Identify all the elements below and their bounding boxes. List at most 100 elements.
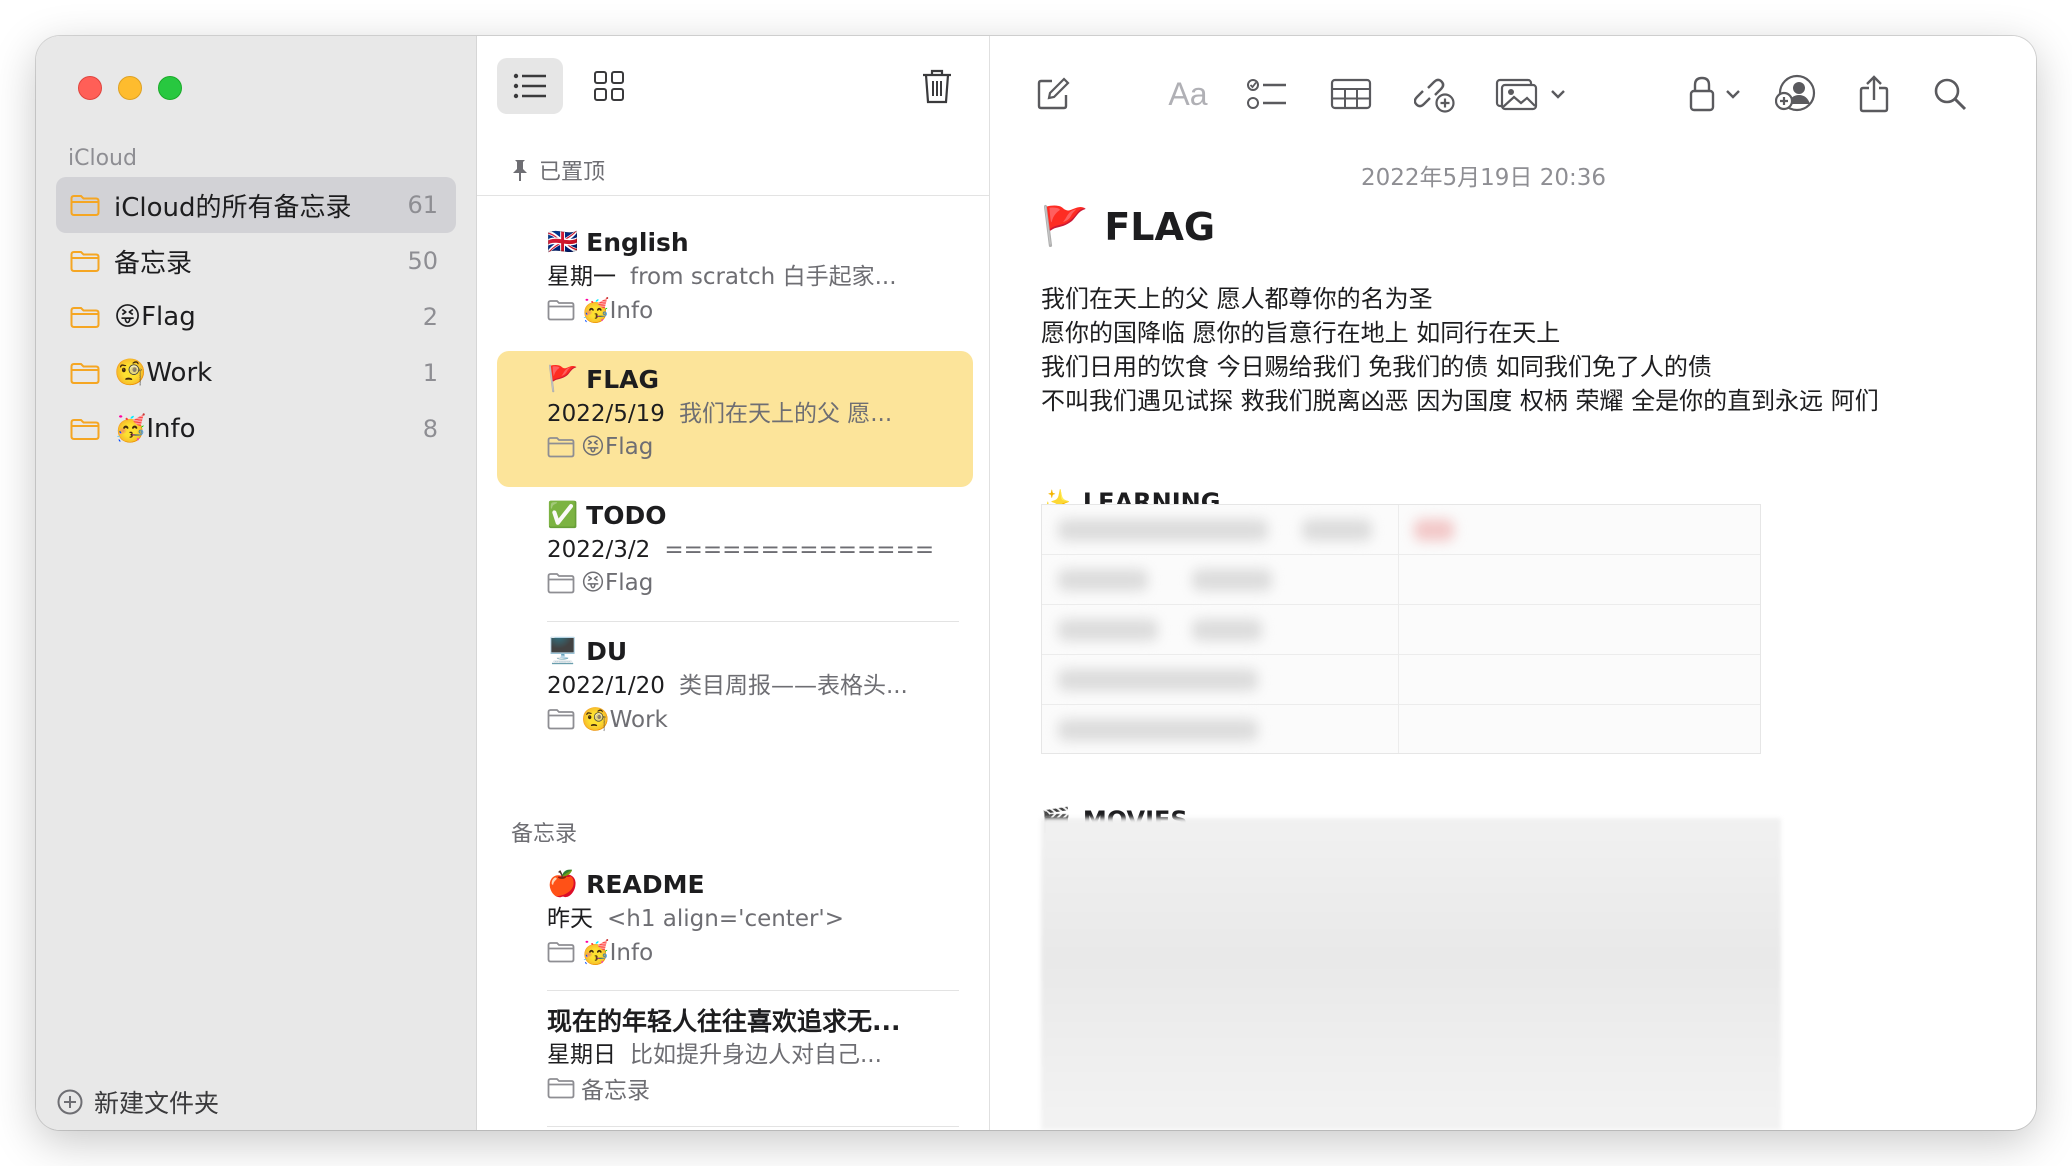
note-folder: 😝Flag: [581, 570, 654, 596]
folder-count: 50: [407, 247, 438, 275]
folder-icon: [70, 195, 100, 216]
body-line: 愿你的国降临 愿你的旨意行在地上 如同行在天上: [1041, 319, 1561, 347]
note-title: DU: [586, 636, 628, 666]
divider: [547, 621, 959, 622]
note-emoji: 🚩: [547, 364, 579, 393]
note-date: 2022/3/2: [547, 537, 651, 563]
folder-name: iCloud的所有备忘录: [114, 192, 352, 223]
note-item-young-people[interactable]: 现在的年轻人往往喜欢追求无... 星期日 比如提升身边人对自己... 备忘录: [497, 992, 973, 1128]
person-add-icon: [1775, 74, 1816, 112]
note-item-readme[interactable]: 🍎 README 昨天 <h1 align='center'> 🥳Info: [497, 856, 973, 992]
blurred-image: [1041, 818, 1781, 1130]
note-date: 昨天: [547, 906, 593, 932]
note-item-du[interactable]: 🖥️ DU 2022/1/20 类目周报——表格头... 🧐Work: [497, 623, 973, 759]
folder-count: 1: [422, 359, 438, 387]
flag-emoji: 🚩: [1041, 204, 1089, 248]
folder-outline-icon: [547, 1078, 575, 1099]
note-item-english[interactable]: 🇬🇧 English 星期一 from scratch 白手起家... 🥳Info: [497, 214, 973, 350]
folder-name: 备忘录: [114, 248, 193, 279]
note-title: TODO: [586, 500, 667, 530]
note-snippet: <h1 align='center'>: [607, 906, 845, 932]
note-body[interactable]: 我们在天上的父 愿人都尊你的名为圣 愿你的国降临 愿你的旨意行在地上 如同行在天…: [1041, 282, 1879, 418]
delete-button[interactable]: [913, 58, 961, 114]
note-emoji: 🖥️: [547, 636, 579, 665]
folder-name: 🧐Work: [114, 358, 213, 388]
media-button[interactable]: [1493, 70, 1569, 118]
format-button[interactable]: Aa: [1161, 70, 1215, 118]
close-button[interactable]: [78, 76, 102, 100]
folder-outline-icon: [547, 573, 575, 594]
grid-icon: [594, 71, 624, 101]
note-folder: 🥳Info: [581, 939, 654, 966]
compose-button[interactable]: [1029, 70, 1077, 118]
checklist-button[interactable]: [1241, 70, 1293, 118]
note-date: 星期一: [547, 264, 616, 290]
sidebar-item-work[interactable]: 🧐Work 1: [56, 345, 456, 401]
sidebar-item-notes[interactable]: 备忘录 50: [56, 233, 456, 289]
note-folder: 🧐Work: [581, 706, 668, 733]
trash-icon: [923, 69, 951, 104]
note-title[interactable]: 🚩 FLAG: [1041, 204, 1215, 249]
share-link-button[interactable]: [1409, 70, 1461, 118]
lock-icon: [1689, 76, 1715, 112]
new-folder-label: 新建文件夹: [94, 1089, 220, 1118]
note-folder: 备忘录: [581, 1078, 650, 1104]
collaborate-button[interactable]: [1770, 70, 1822, 118]
table-icon: [1330, 78, 1372, 110]
folder-outline-icon: [547, 300, 575, 321]
photo-icon: [1495, 78, 1538, 111]
note-emoji: 🍎: [547, 869, 579, 898]
chevron-down-icon: [1551, 90, 1565, 99]
folder-icon: [70, 419, 100, 440]
folder-outline-icon: [547, 437, 575, 458]
note-snippet: ==============: [664, 537, 935, 563]
checklist-icon: [1247, 79, 1286, 109]
folder-outline-icon: [547, 942, 575, 963]
note-item-flag[interactable]: 🚩 FLAG 2022/5/19 我们在天上的父 愿... 😝Flag: [497, 351, 973, 487]
note-title: 现在的年轻人往往喜欢追求无...: [547, 1007, 901, 1036]
note-date: 星期日: [547, 1042, 616, 1068]
compose-icon: [1037, 77, 1070, 110]
notes-header-label: 备忘录: [511, 822, 578, 847]
sidebar-item-all-notes[interactable]: iCloud的所有备忘录 61: [56, 177, 456, 233]
pinned-header-label: 已置顶: [539, 160, 606, 185]
plus-circle-icon: [57, 1089, 83, 1115]
new-folder-button[interactable]: 新建文件夹: [56, 1084, 219, 1120]
table-button[interactable]: [1325, 70, 1377, 118]
share-icon: [1859, 75, 1889, 113]
account-label: iCloud: [68, 146, 137, 171]
sidebar-item-info[interactable]: 🥳Info 8: [56, 401, 456, 457]
minimize-button[interactable]: [118, 76, 142, 100]
link-add-icon: [1414, 78, 1455, 113]
folder-list: iCloud的所有备忘录 61 备忘录 50 😝Flag 2 🧐Work 1 🥳…: [56, 177, 456, 457]
note-folder: 🥳Info: [581, 297, 654, 324]
divider: [547, 990, 959, 991]
body-line: 我们日用的饮食 今日赐给我们 免我们的债 如同我们免了人的债: [1041, 353, 1712, 381]
note-list: 已置顶 🇬🇧 English 星期一 from scratch 白手起家... 🥳I…: [477, 36, 990, 1130]
folder-count: 2: [422, 303, 438, 331]
list-icon: [513, 73, 546, 99]
note-snippet: from scratch 白手起家...: [630, 264, 897, 290]
note-emoji: 🇬🇧: [547, 227, 579, 256]
search-button[interactable]: [1926, 70, 1974, 118]
note-snippet: 类目周报——表格头...: [678, 673, 908, 699]
note-snippet: 我们在天上的父 愿...: [678, 401, 893, 427]
note-title-text: FLAG: [1104, 204, 1216, 249]
lock-button[interactable]: [1683, 70, 1747, 118]
note-emoji: ✅: [547, 500, 579, 529]
share-button[interactable]: [1850, 70, 1898, 118]
note-folder: 😝Flag: [581, 434, 654, 460]
list-view-button[interactable]: [497, 58, 563, 114]
sidebar-item-flag[interactable]: 😝Flag 2: [56, 289, 456, 345]
gallery-view-button[interactable]: [581, 58, 637, 114]
body-line: 不叫我们遇见试探 救我们脱离凶恶 因为国度 权柄 荣耀 全是你的直到永远 阿们: [1041, 387, 1879, 415]
sidebar: iCloud iCloud的所有备忘录 61 备忘录 50 😝Flag 2 🧐W…: [36, 36, 477, 1130]
maximize-button[interactable]: [158, 76, 182, 100]
note-timestamp: 2022年5月19日 20:36: [1360, 165, 1607, 191]
folder-name: 🥳Info: [114, 414, 196, 444]
chevron-down-icon: [1726, 90, 1740, 99]
notes-header: 备忘录: [511, 816, 577, 848]
note-item-todo[interactable]: ✅ TODO 2022/3/2 ============== 😝Flag: [497, 487, 973, 623]
body-line: 我们在天上的父 愿人都尊你的名为圣: [1041, 285, 1433, 313]
folder-outline-icon: [547, 709, 575, 730]
